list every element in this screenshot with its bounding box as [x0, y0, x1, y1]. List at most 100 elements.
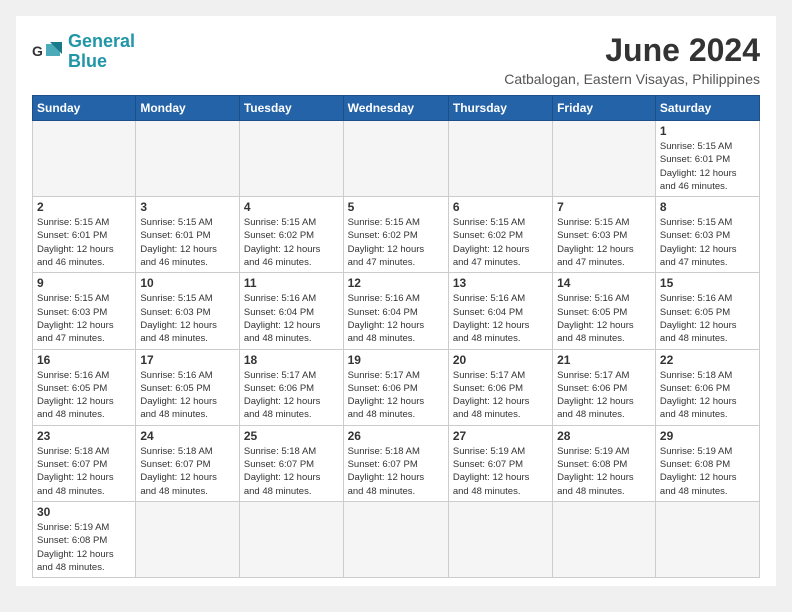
day-number: 21 [557, 353, 651, 367]
day-number: 7 [557, 200, 651, 214]
calendar-day-cell: 8 Sunrise: 5:15 AM Sunset: 6:03 PM Daylig… [655, 197, 759, 273]
calendar-day-cell [553, 121, 656, 197]
calendar-header-row: SundayMondayTuesdayWednesdayThursdayFrid… [33, 96, 760, 121]
calendar-day-cell: 28 Sunrise: 5:19 AM Sunset: 6:08 PM Dayli… [553, 425, 656, 501]
day-number: 11 [244, 276, 339, 290]
calendar-day-header: Wednesday [343, 96, 448, 121]
day-number: 25 [244, 429, 339, 443]
day-info: Sunrise: 5:16 AM Sunset: 6:04 PM Dayligh… [244, 292, 339, 345]
day-info: Sunrise: 5:15 AM Sunset: 6:01 PM Dayligh… [140, 216, 235, 269]
page: G General Blue June 2024 Catbalogan, Eas… [16, 16, 776, 586]
calendar-day-cell [553, 501, 656, 577]
day-info: Sunrise: 5:15 AM Sunset: 6:02 PM Dayligh… [453, 216, 548, 269]
day-info: Sunrise: 5:16 AM Sunset: 6:05 PM Dayligh… [37, 369, 131, 422]
calendar-day-header: Friday [553, 96, 656, 121]
day-number: 15 [660, 276, 755, 290]
day-number: 19 [348, 353, 444, 367]
day-number: 16 [37, 353, 131, 367]
calendar-day-cell: 30Sunrise: 5:19 AM Sunset: 6:08 PM Dayli… [33, 501, 136, 577]
calendar-day-cell: 6 Sunrise: 5:15 AM Sunset: 6:02 PM Daylig… [448, 197, 552, 273]
day-info: Sunrise: 5:18 AM Sunset: 6:07 PM Dayligh… [244, 445, 339, 498]
day-info: Sunrise: 5:16 AM Sunset: 6:05 PM Dayligh… [140, 369, 235, 422]
day-info: Sunrise: 5:16 AM Sunset: 6:05 PM Dayligh… [557, 292, 651, 345]
calendar-day-header: Thursday [448, 96, 552, 121]
day-number: 28 [557, 429, 651, 443]
calendar-day-cell: 16 Sunrise: 5:16 AM Sunset: 6:05 PM Dayli… [33, 349, 136, 425]
calendar-day-cell: 25 Sunrise: 5:18 AM Sunset: 6:07 PM Dayli… [239, 425, 343, 501]
day-info: Sunrise: 5:18 AM Sunset: 6:07 PM Dayligh… [37, 445, 131, 498]
svg-text:G: G [32, 43, 43, 59]
calendar-day-cell: 4 Sunrise: 5:15 AM Sunset: 6:02 PM Daylig… [239, 197, 343, 273]
day-number: 6 [453, 200, 548, 214]
calendar-day-cell: 10Sunrise: 5:15 AM Sunset: 6:03 PM Dayli… [136, 273, 240, 349]
calendar-day-cell: 26Sunrise: 5:18 AM Sunset: 6:07 PM Dayli… [343, 425, 448, 501]
calendar-day-cell: 18Sunrise: 5:17 AM Sunset: 6:06 PM Dayli… [239, 349, 343, 425]
calendar-day-cell: 17 Sunrise: 5:16 AM Sunset: 6:05 PM Dayli… [136, 349, 240, 425]
day-info: Sunrise: 5:15 AM Sunset: 6:01 PM Dayligh… [660, 140, 755, 193]
day-number: 8 [660, 200, 755, 214]
calendar: SundayMondayTuesdayWednesdayThursdayFrid… [32, 95, 760, 578]
calendar-day-cell [448, 501, 552, 577]
day-info: Sunrise: 5:15 AM Sunset: 6:03 PM Dayligh… [660, 216, 755, 269]
calendar-day-cell: 29 Sunrise: 5:19 AM Sunset: 6:08 PM Dayli… [655, 425, 759, 501]
calendar-day-cell: 24Sunrise: 5:18 AM Sunset: 6:07 PM Dayli… [136, 425, 240, 501]
calendar-day-cell: 23 Sunrise: 5:18 AM Sunset: 6:07 PM Dayli… [33, 425, 136, 501]
day-info: Sunrise: 5:17 AM Sunset: 6:06 PM Dayligh… [557, 369, 651, 422]
day-number: 17 [140, 353, 235, 367]
calendar-day-cell: 15Sunrise: 5:16 AM Sunset: 6:05 PM Dayli… [655, 273, 759, 349]
calendar-day-cell: 1 Sunrise: 5:15 AM Sunset: 6:01 PM Daylig… [655, 121, 759, 197]
calendar-day-header: Sunday [33, 96, 136, 121]
calendar-week-row: 1 Sunrise: 5:15 AM Sunset: 6:01 PM Daylig… [33, 121, 760, 197]
logo-icon: G [32, 40, 64, 64]
day-info: Sunrise: 5:19 AM Sunset: 6:08 PM Dayligh… [557, 445, 651, 498]
day-info: Sunrise: 5:15 AM Sunset: 6:03 PM Dayligh… [557, 216, 651, 269]
day-info: Sunrise: 5:19 AM Sunset: 6:08 PM Dayligh… [660, 445, 755, 498]
logo-general: General [68, 31, 135, 51]
header: G General Blue June 2024 Catbalogan, Eas… [32, 32, 760, 87]
calendar-day-cell: 12 Sunrise: 5:16 AM Sunset: 6:04 PM Dayli… [343, 273, 448, 349]
calendar-day-cell [343, 501, 448, 577]
calendar-week-row: 23 Sunrise: 5:18 AM Sunset: 6:07 PM Dayli… [33, 425, 760, 501]
day-number: 9 [37, 276, 131, 290]
day-number: 4 [244, 200, 339, 214]
calendar-day-cell: 5 Sunrise: 5:15 AM Sunset: 6:02 PM Daylig… [343, 197, 448, 273]
calendar-day-cell [343, 121, 448, 197]
day-number: 29 [660, 429, 755, 443]
day-info: Sunrise: 5:15 AM Sunset: 6:02 PM Dayligh… [244, 216, 339, 269]
calendar-day-cell: 13Sunrise: 5:16 AM Sunset: 6:04 PM Dayli… [448, 273, 552, 349]
calendar-week-row: 30Sunrise: 5:19 AM Sunset: 6:08 PM Dayli… [33, 501, 760, 577]
day-number: 30 [37, 505, 131, 519]
calendar-day-cell: 7 Sunrise: 5:15 AM Sunset: 6:03 PM Daylig… [553, 197, 656, 273]
day-number: 24 [140, 429, 235, 443]
day-number: 1 [660, 124, 755, 138]
logo-text: General Blue [68, 32, 135, 72]
day-number: 12 [348, 276, 444, 290]
day-info: Sunrise: 5:15 AM Sunset: 6:01 PM Dayligh… [37, 216, 131, 269]
calendar-day-cell: 27Sunrise: 5:19 AM Sunset: 6:07 PM Dayli… [448, 425, 552, 501]
calendar-day-cell [448, 121, 552, 197]
calendar-day-header: Tuesday [239, 96, 343, 121]
day-number: 3 [140, 200, 235, 214]
calendar-day-cell [239, 121, 343, 197]
day-number: 2 [37, 200, 131, 214]
day-number: 26 [348, 429, 444, 443]
day-number: 14 [557, 276, 651, 290]
month-title: June 2024 [504, 32, 760, 69]
calendar-day-cell: 21 Sunrise: 5:17 AM Sunset: 6:06 PM Dayli… [553, 349, 656, 425]
day-number: 27 [453, 429, 548, 443]
day-info: Sunrise: 5:16 AM Sunset: 6:04 PM Dayligh… [348, 292, 444, 345]
calendar-week-row: 2 Sunrise: 5:15 AM Sunset: 6:01 PM Daylig… [33, 197, 760, 273]
calendar-week-row: 9 Sunrise: 5:15 AM Sunset: 6:03 PM Daylig… [33, 273, 760, 349]
calendar-day-cell [33, 121, 136, 197]
day-number: 18 [244, 353, 339, 367]
day-number: 5 [348, 200, 444, 214]
day-info: Sunrise: 5:15 AM Sunset: 6:02 PM Dayligh… [348, 216, 444, 269]
day-info: Sunrise: 5:15 AM Sunset: 6:03 PM Dayligh… [37, 292, 131, 345]
logo-blue: Blue [68, 51, 107, 71]
day-number: 20 [453, 353, 548, 367]
calendar-day-cell: 14 Sunrise: 5:16 AM Sunset: 6:05 PM Dayli… [553, 273, 656, 349]
day-number: 23 [37, 429, 131, 443]
day-info: Sunrise: 5:17 AM Sunset: 6:06 PM Dayligh… [348, 369, 444, 422]
calendar-day-cell: 3 Sunrise: 5:15 AM Sunset: 6:01 PM Daylig… [136, 197, 240, 273]
calendar-week-row: 16 Sunrise: 5:16 AM Sunset: 6:05 PM Dayli… [33, 349, 760, 425]
